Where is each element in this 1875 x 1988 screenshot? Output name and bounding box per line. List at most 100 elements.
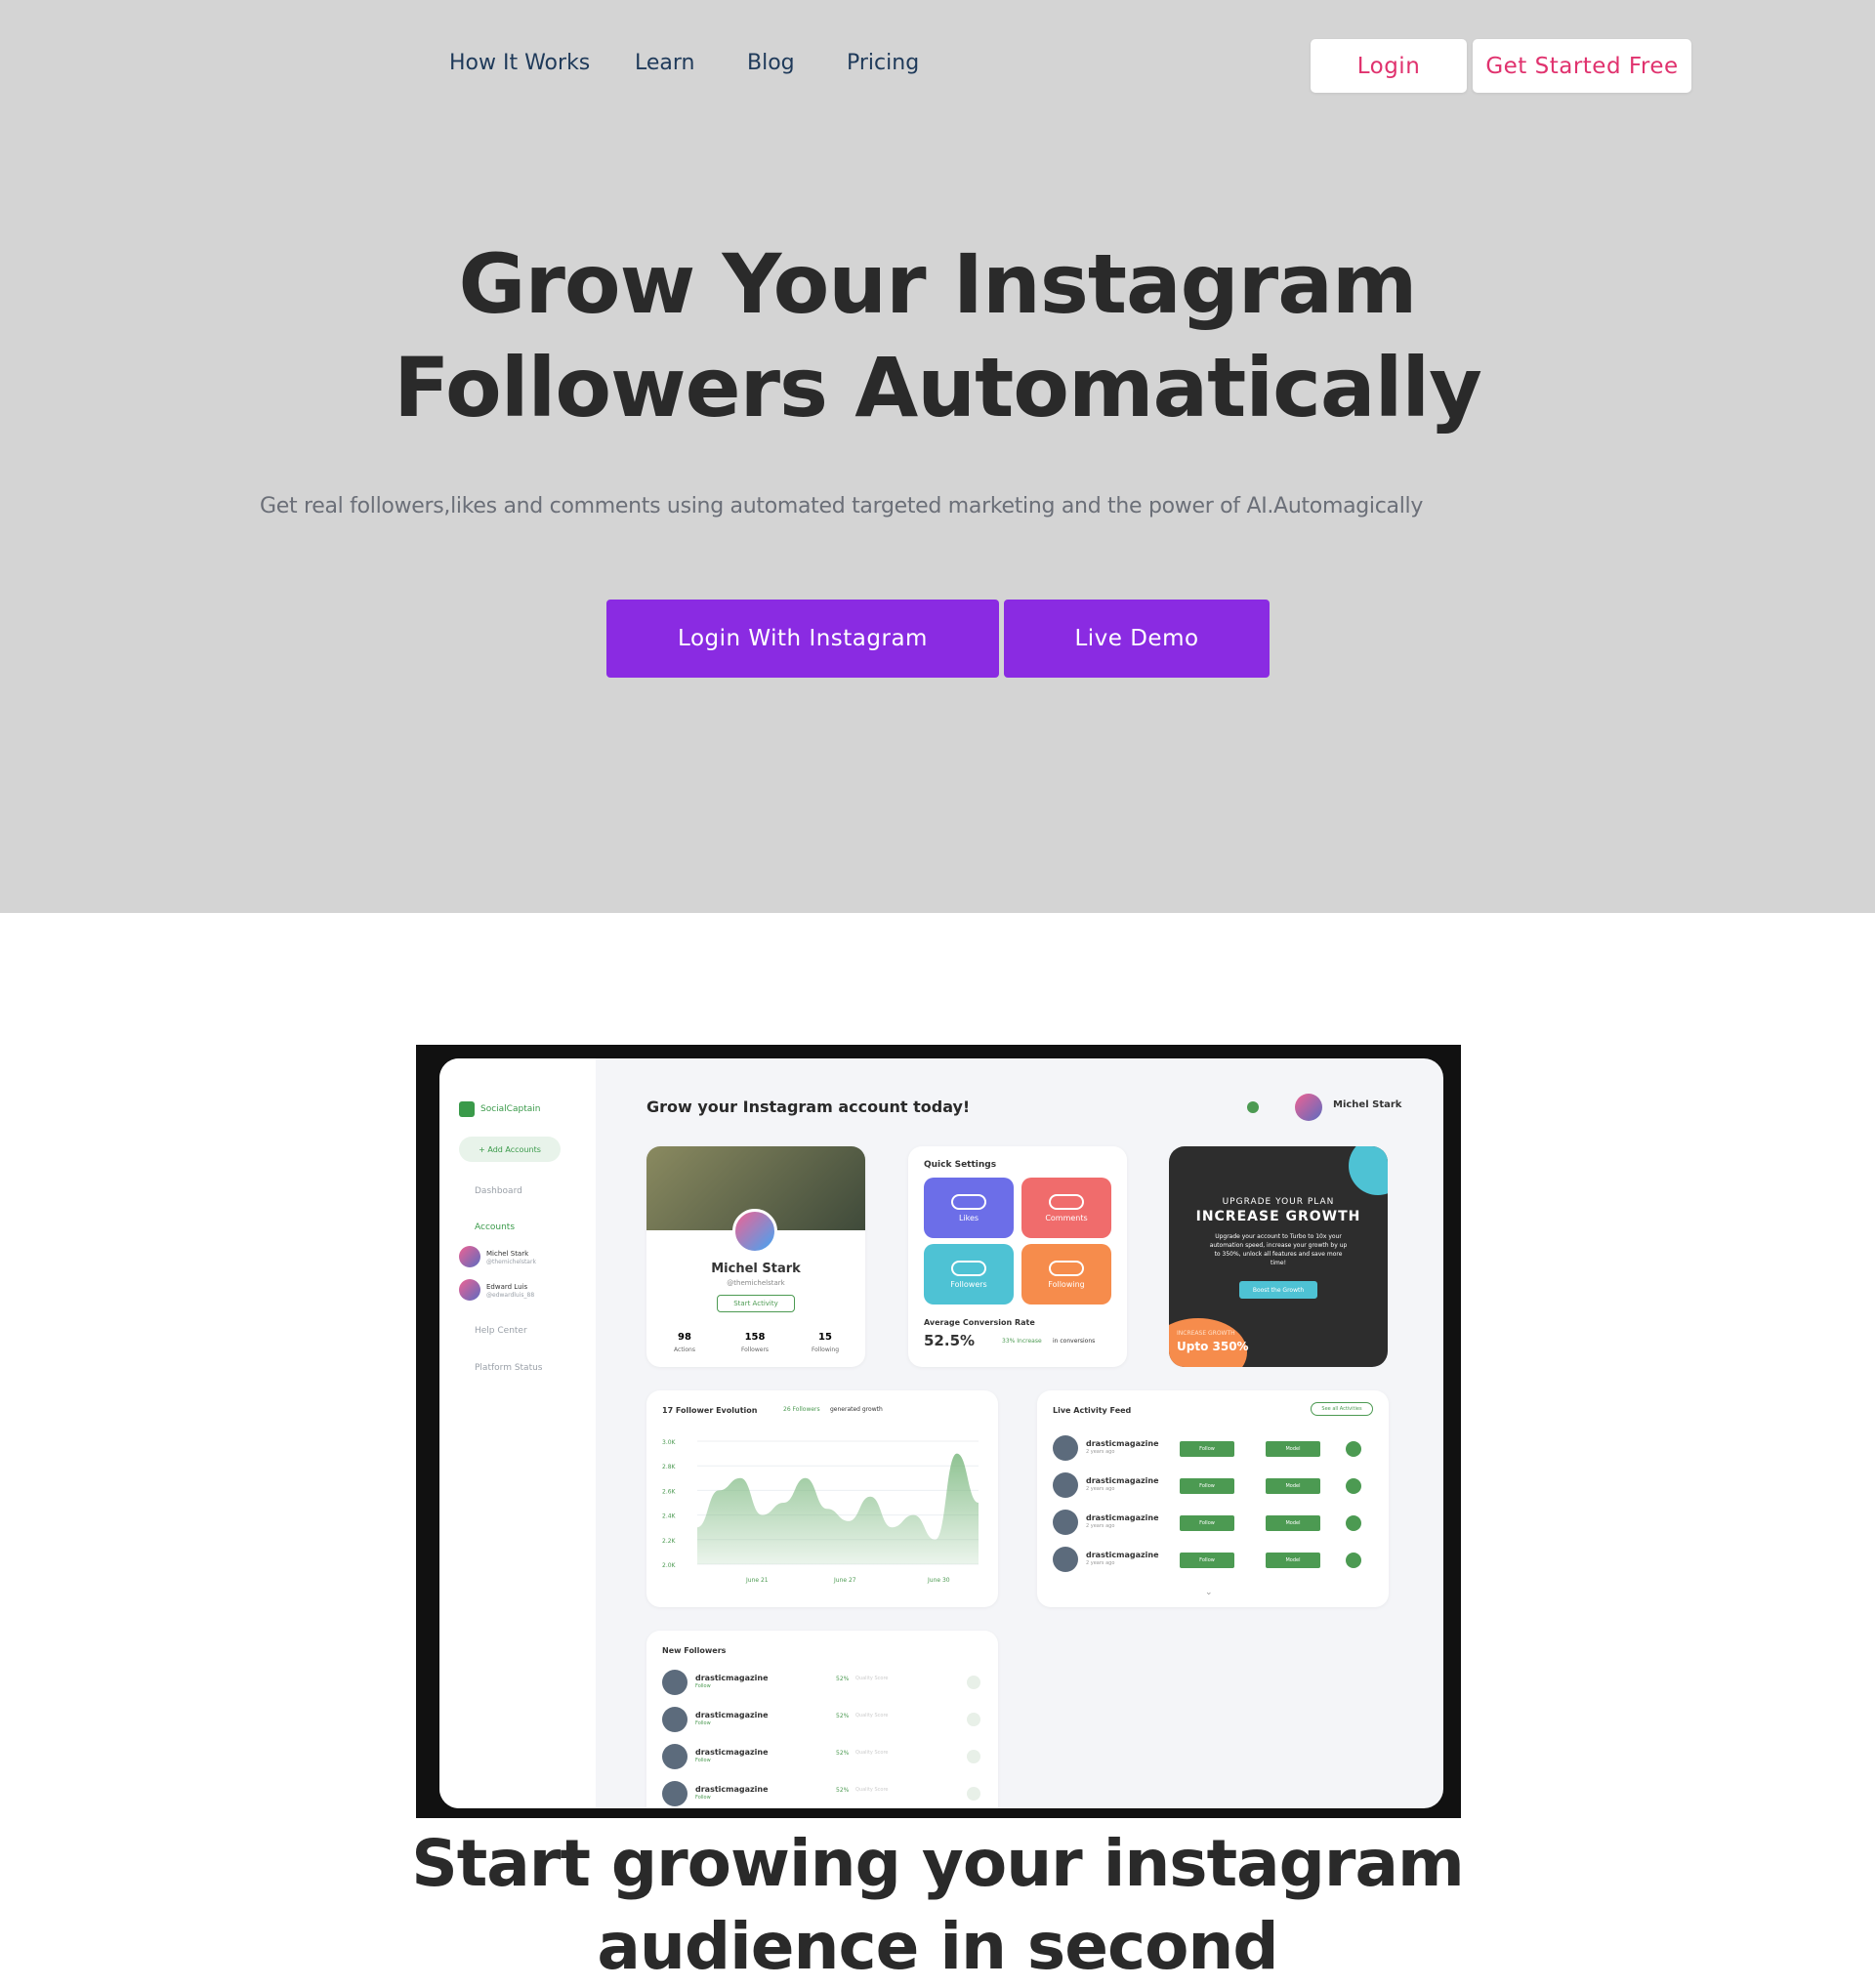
add-accounts-button[interactable]: + Add Accounts [459, 1137, 561, 1162]
area-series [697, 1453, 979, 1564]
login-with-instagram-button[interactable]: Login With Instagram [606, 600, 999, 678]
avatar [459, 1246, 480, 1267]
conversion-label: Average Conversion Rate [924, 1318, 1035, 1327]
start-activity-button[interactable]: Start Activity [717, 1295, 795, 1312]
stat-label: Actions [674, 1346, 695, 1353]
nav-how-it-works-link[interactable]: How It Works [449, 51, 590, 75]
stat-value: 98 [678, 1332, 691, 1343]
score-label: Quality Score [855, 1787, 889, 1793]
user-action-icon[interactable] [1346, 1515, 1361, 1531]
model-button[interactable]: Model [1266, 1553, 1320, 1568]
feed-user[interactable]: drasticmagazine [1086, 1476, 1159, 1485]
follow-button[interactable]: Follow [1180, 1553, 1234, 1568]
boost-growth-button[interactable]: Boost the Growth [1239, 1281, 1317, 1299]
toggle-label: Likes [958, 1213, 979, 1222]
list-item: drasticmagazine Follow 52% Quality Score [662, 1744, 984, 1769]
dashboard-screen: SocialCaptain + Add Accounts Dashboard A… [439, 1058, 1443, 1808]
conversion-note: 33% Increase [1002, 1338, 1042, 1345]
promo-title: INCREASE GROWTH [1195, 1209, 1361, 1224]
hero-subtitle: Get real followers,likes and comments us… [260, 494, 1424, 518]
live-demo-button[interactable]: Live Demo [1004, 600, 1270, 678]
info-icon[interactable] [967, 1750, 980, 1763]
list-item: drasticmagazine Follow 52% Quality Score [662, 1781, 984, 1806]
following-toggle[interactable]: Following [1021, 1244, 1111, 1305]
info-icon[interactable] [967, 1713, 980, 1726]
y-tick-label: 2.0K [662, 1562, 677, 1569]
feed-time: 2 years ago [1086, 1486, 1115, 1492]
profile-card: Michel Stark @themichelstark Start Activ… [646, 1146, 865, 1367]
user-action-icon[interactable] [1346, 1441, 1361, 1457]
nav-learn-link[interactable]: Learn [635, 51, 695, 75]
feed-title: Live Activity Feed [1053, 1406, 1132, 1415]
nav-pricing-link[interactable]: Pricing [847, 51, 919, 75]
nav-blog-link[interactable]: Blog [747, 51, 795, 75]
toggle-switch-icon [1049, 1193, 1084, 1210]
follower-user[interactable]: drasticmagazine [695, 1748, 769, 1757]
follower-user[interactable]: drasticmagazine [695, 1674, 769, 1682]
model-button[interactable]: Model [1266, 1441, 1320, 1457]
sidebar-item-dashboard[interactable]: Dashboard [475, 1186, 522, 1196]
follow-label: Follow [1199, 1446, 1215, 1452]
login-button[interactable]: Login [1311, 39, 1467, 93]
follow-button[interactable]: Follow [1180, 1515, 1234, 1531]
bell-icon[interactable] [1247, 1101, 1259, 1113]
section-title-line2: audience in second [597, 1909, 1278, 1984]
section-title-line1: Start growing your instagram [411, 1826, 1465, 1901]
follow-button[interactable]: Follow [1180, 1441, 1234, 1457]
chevron-down-icon[interactable]: ⌄ [1205, 1588, 1213, 1597]
score-label: Quality Score [855, 1676, 889, 1681]
sidebar-item-accounts[interactable]: Accounts [475, 1222, 515, 1232]
avatar [662, 1744, 688, 1769]
avatar [1053, 1472, 1078, 1498]
score-value: 52% [836, 1750, 850, 1757]
feed-user[interactable]: drasticmagazine [1086, 1439, 1159, 1448]
dashboard-sidebar: SocialCaptain + Add Accounts Dashboard A… [439, 1058, 596, 1808]
model-button[interactable]: Model [1266, 1478, 1320, 1494]
follow-button[interactable]: Follow [1180, 1478, 1234, 1494]
current-user-name[interactable]: Michel Stark [1333, 1099, 1401, 1110]
y-tick-label: 2.8K [662, 1464, 677, 1470]
comments-toggle[interactable]: Comments [1021, 1178, 1111, 1238]
toggle-label: Following [1048, 1279, 1085, 1289]
sidebar-account-2[interactable]: Edward Luis [486, 1283, 527, 1291]
get-started-button[interactable]: Get Started Free [1473, 39, 1691, 93]
model-label: Model [1285, 1557, 1301, 1563]
followers-toggle[interactable]: Followers [924, 1244, 1014, 1305]
sidebar-account-1[interactable]: Michel Stark [486, 1250, 528, 1258]
user-action-icon[interactable] [1346, 1478, 1361, 1494]
follow-label: Follow [1199, 1557, 1215, 1563]
see-all-button[interactable]: See all Activities [1311, 1402, 1373, 1416]
info-icon[interactable] [967, 1676, 980, 1689]
avatar [662, 1670, 688, 1695]
likes-toggle[interactable]: Likes [924, 1178, 1014, 1238]
avatar[interactable] [1295, 1094, 1322, 1121]
feed-user[interactable]: drasticmagazine [1086, 1513, 1159, 1522]
follow-label: Follow [1199, 1483, 1215, 1489]
user-action-icon[interactable] [1346, 1553, 1361, 1568]
sidebar-item-help[interactable]: Help Center [475, 1326, 527, 1336]
list-item: drasticmagazine 2 years ago Follow Model [1053, 1472, 1375, 1498]
feed-user[interactable]: drasticmagazine [1086, 1551, 1159, 1559]
follower-user[interactable]: drasticmagazine [695, 1785, 769, 1794]
score-value: 52% [836, 1787, 850, 1794]
score-label: Quality Score [855, 1713, 889, 1719]
sidebar-item-status[interactable]: Platform Status [475, 1363, 543, 1373]
avatar [1053, 1510, 1078, 1535]
sidebar-account-1-handle: @themichelstark [486, 1259, 536, 1265]
hero-title: Grow Your Instagram Followers Automatica… [0, 232, 1875, 439]
new-followers-card: New Followers drasticmagazine Follow 52% Qu… [646, 1631, 998, 1808]
follow-label: Follow [1199, 1520, 1215, 1526]
toggle-switch-icon [1049, 1260, 1084, 1276]
follower-action: Follow [695, 1683, 711, 1689]
stat-value: 15 [818, 1332, 832, 1343]
feed-time: 2 years ago [1086, 1449, 1115, 1455]
score-label: Quality Score [855, 1750, 889, 1756]
feed-time: 2 years ago [1086, 1523, 1115, 1529]
model-button[interactable]: Model [1266, 1515, 1320, 1531]
follower-user[interactable]: drasticmagazine [695, 1711, 769, 1719]
avatar [662, 1781, 688, 1806]
promo-foot-big: Upto 350% [1177, 1340, 1249, 1353]
info-icon[interactable] [967, 1787, 980, 1801]
y-tick-label: 2.2K [662, 1538, 677, 1545]
follower-evolution-card: 17 Follower Evolution 26 Followers gener… [646, 1390, 998, 1607]
